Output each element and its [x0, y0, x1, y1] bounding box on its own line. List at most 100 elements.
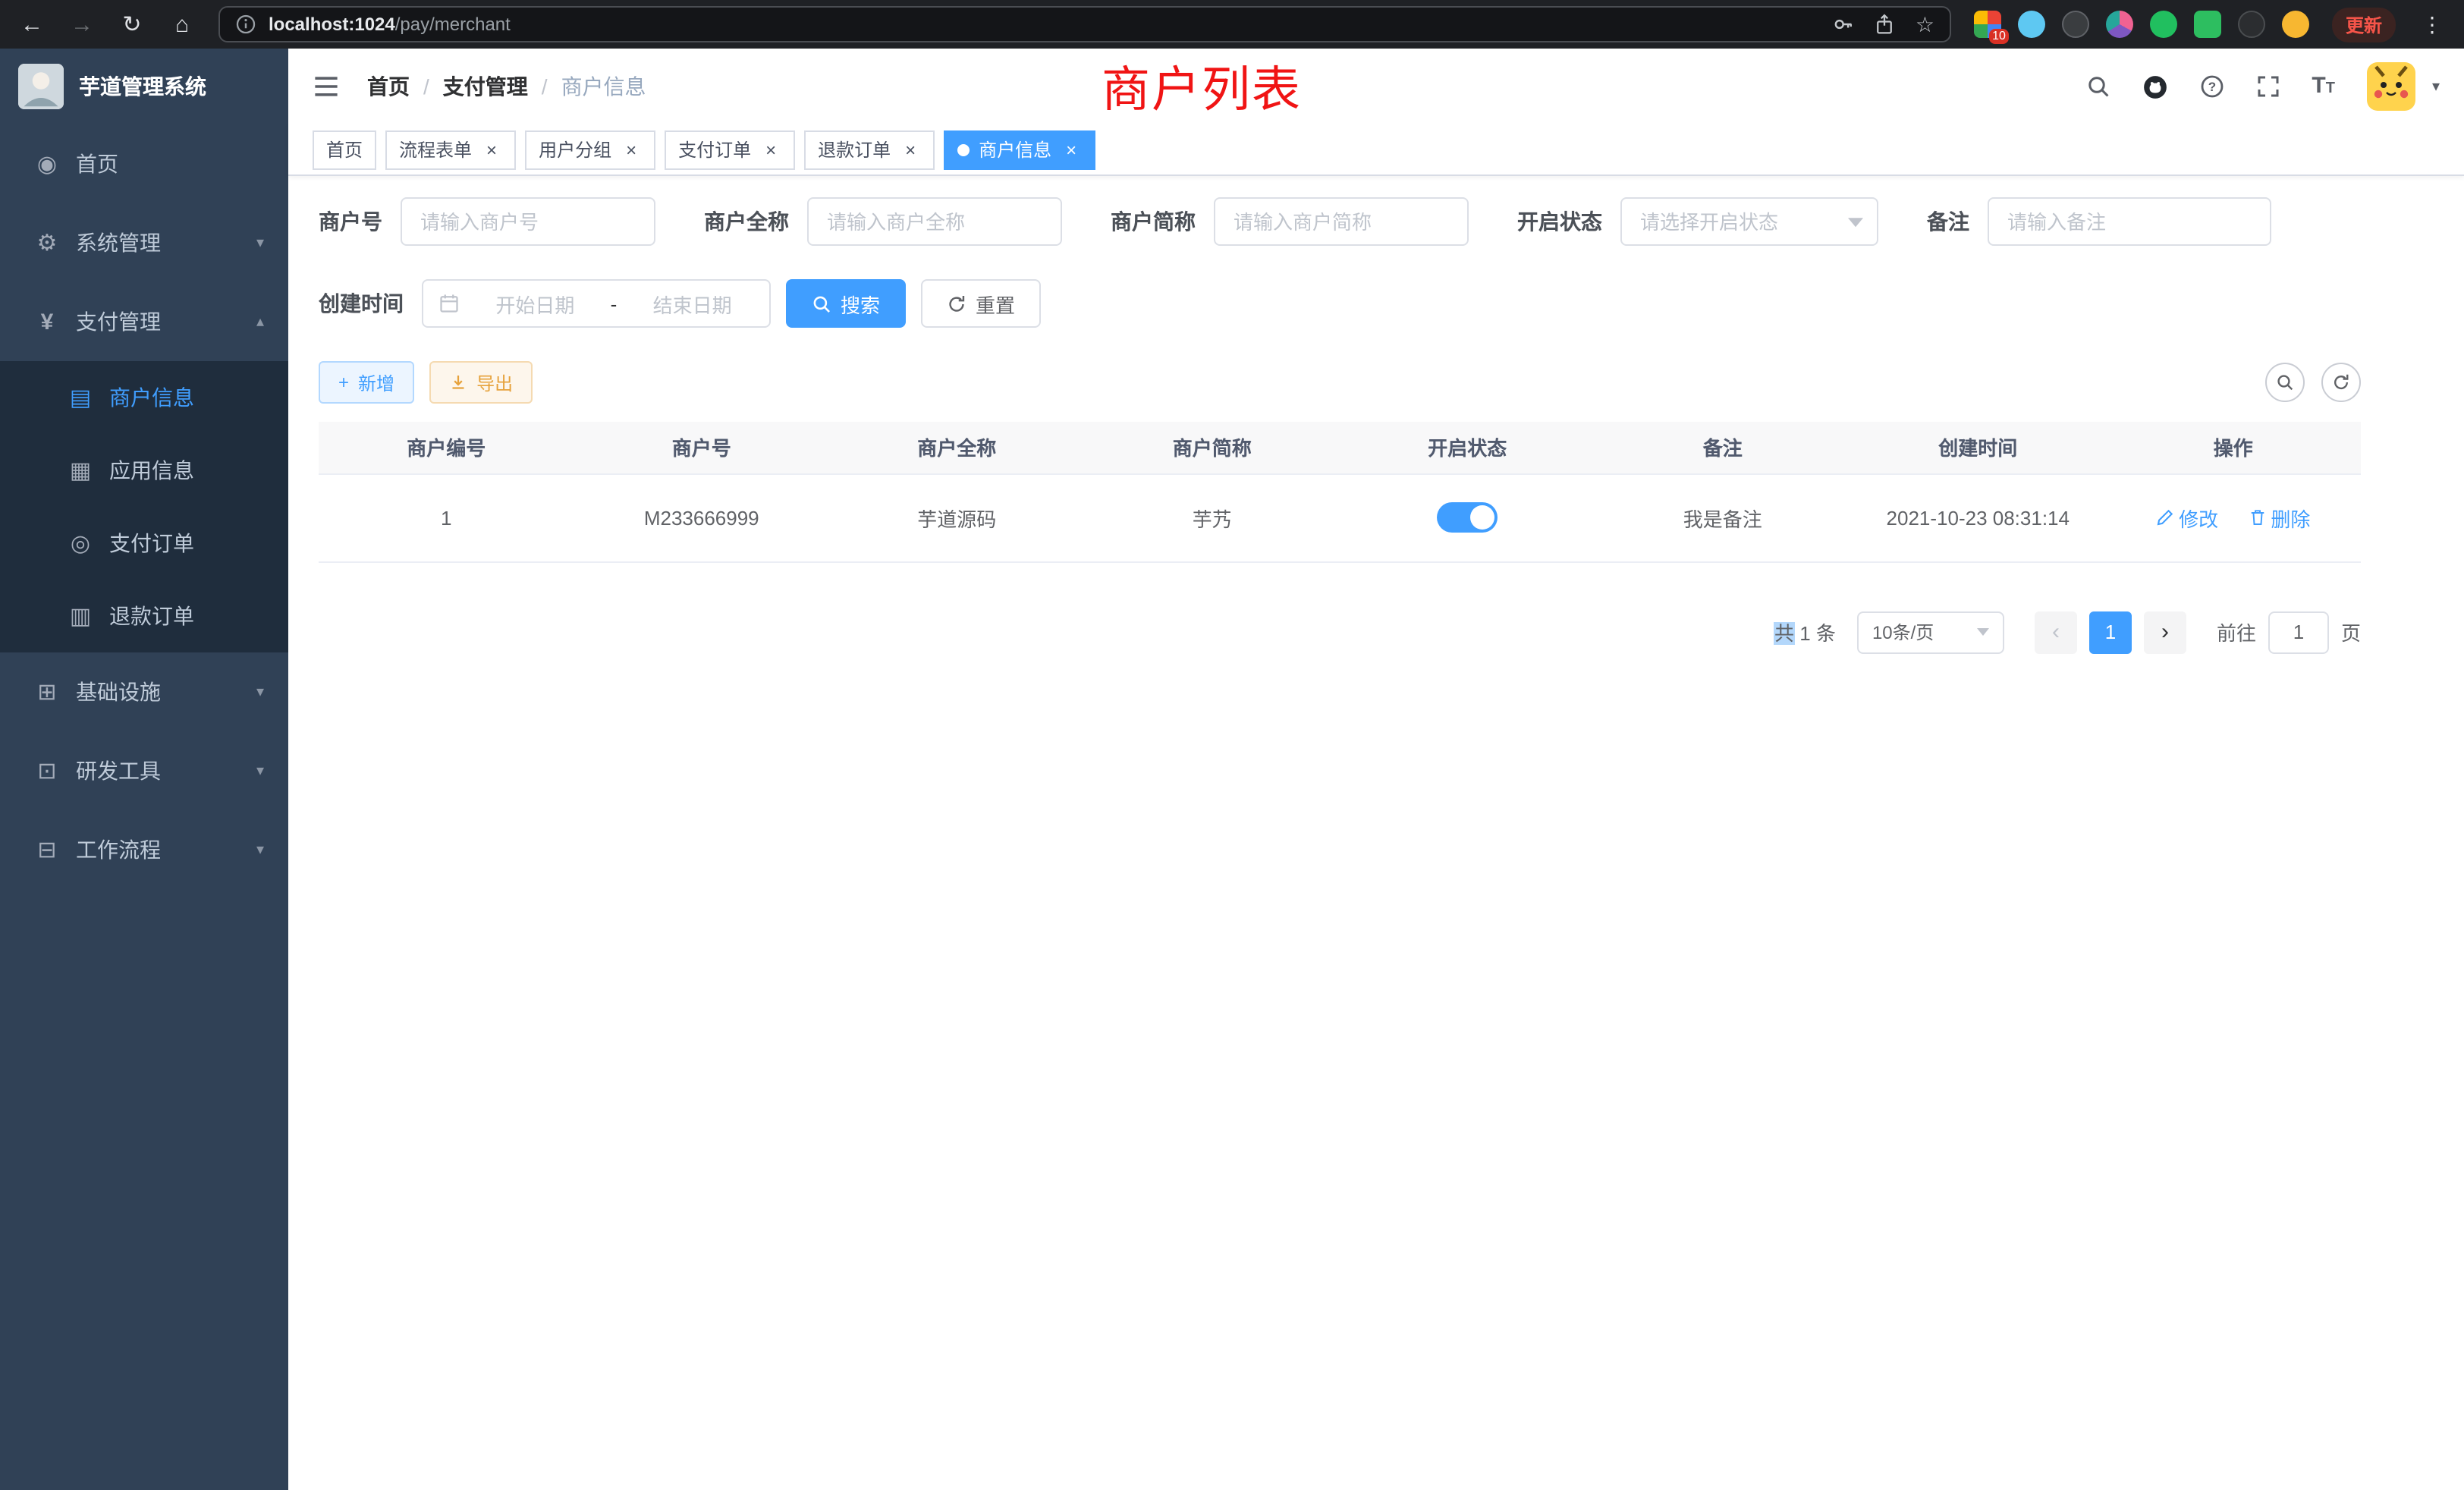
- toggle-search-button[interactable]: [2265, 363, 2305, 402]
- sidebar-item-workflow[interactable]: ⊟ 工作流程 ▾: [0, 810, 288, 889]
- merchant-card-icon: ▤: [64, 384, 97, 411]
- infrastructure-icon: ⊞: [30, 678, 64, 706]
- grid-icon: ▦: [64, 457, 97, 484]
- close-icon[interactable]: ×: [900, 139, 921, 160]
- sidebar-item-pay[interactable]: ¥ 支付管理 ▴: [0, 282, 288, 361]
- tab-refund-order[interactable]: 退款订单 ×: [804, 130, 935, 169]
- extension-icon[interactable]: [2018, 11, 2045, 38]
- svg-text:?: ?: [2208, 80, 2215, 94]
- topbar-actions: ? TT ▾: [2085, 62, 2440, 111]
- column-header-create-time: 创建时间: [1850, 422, 2106, 473]
- app-logo[interactable]: 芋道管理系统: [0, 49, 288, 124]
- goto-page-input[interactable]: [2268, 611, 2329, 653]
- status-toggle[interactable]: [1437, 502, 1498, 533]
- back-icon[interactable]: ←: [18, 11, 46, 37]
- extension-icon[interactable]: [2238, 11, 2265, 38]
- breadcrumb-current: 商户信息: [561, 71, 646, 102]
- sidebar-item-infra[interactable]: ⊞ 基础设施 ▾: [0, 652, 288, 731]
- goto-page: 前往 页: [2217, 611, 2361, 653]
- breadcrumb-separator: /: [542, 74, 548, 99]
- merchant-no-input[interactable]: [401, 197, 655, 246]
- sidebar-item-pay-order[interactable]: ◎ 支付订单: [0, 507, 288, 580]
- page-number-button[interactable]: 1: [2089, 611, 2132, 653]
- reload-icon[interactable]: ↻: [118, 11, 146, 38]
- url-text: localhost:1024/pay/merchant: [269, 14, 511, 35]
- sidebar-item-home[interactable]: ◉ 首页: [0, 124, 288, 203]
- share-icon[interactable]: [1875, 14, 1896, 35]
- tab-label: 商户信息: [979, 137, 1051, 162]
- add-button[interactable]: + 新增: [319, 361, 414, 404]
- create-time-range-picker[interactable]: 开始日期 - 结束日期: [422, 279, 771, 328]
- page-unit-label: 页: [2341, 618, 2361, 646]
- column-header-short-name: 商户简称: [1085, 422, 1340, 473]
- tab-process-form[interactable]: 流程表单 ×: [385, 130, 516, 169]
- extension-icon[interactable]: [2062, 11, 2089, 38]
- edit-button[interactable]: 修改: [2156, 503, 2218, 532]
- sidebar-item-label: 支付订单: [109, 528, 194, 558]
- bookmark-star-icon[interactable]: ☆: [1916, 11, 1934, 37]
- fullscreen-icon[interactable]: [2255, 74, 2280, 99]
- close-icon[interactable]: ×: [481, 139, 502, 160]
- sidebar-item-merchant-info[interactable]: ▤ 商户信息: [0, 361, 288, 434]
- browser-menu-icon[interactable]: ⋮: [2418, 11, 2446, 37]
- refresh-button[interactable]: [2321, 363, 2361, 402]
- page-size-select[interactable]: 10条/页: [1857, 611, 2004, 653]
- breadcrumb-home[interactable]: 首页: [367, 71, 410, 102]
- extension-icon[interactable]: [2150, 11, 2177, 38]
- extension-badge: 10: [1989, 29, 2009, 44]
- home-icon[interactable]: ⌂: [168, 11, 196, 37]
- goto-label: 前往: [2217, 618, 2256, 646]
- document-icon: ▥: [64, 602, 97, 630]
- column-header-id: 商户编号: [319, 422, 574, 473]
- tab-home[interactable]: 首页: [313, 130, 376, 169]
- prev-page-button[interactable]: ‹: [2035, 611, 2077, 653]
- delete-button[interactable]: 删除: [2248, 503, 2310, 532]
- short-name-input[interactable]: [1214, 197, 1469, 246]
- sidebar-item-refund-order[interactable]: ▥ 退款订单: [0, 580, 288, 652]
- remark-input[interactable]: [1988, 197, 2271, 246]
- tab-merchant-info[interactable]: 商户信息 ×: [944, 130, 1095, 169]
- add-button-label: 新增: [358, 369, 394, 395]
- address-bar[interactable]: localhost:1024/pay/merchant ☆: [218, 6, 1951, 42]
- font-size-icon[interactable]: TT: [2312, 73, 2335, 100]
- column-header-full-name: 商户全称: [829, 422, 1085, 473]
- close-icon[interactable]: ×: [1061, 139, 1082, 160]
- avatar[interactable]: [2367, 62, 2415, 111]
- help-icon[interactable]: ?: [2199, 74, 2224, 99]
- avatar-caret-icon[interactable]: ▾: [2432, 78, 2440, 95]
- search-icon[interactable]: [2085, 74, 2110, 99]
- extension-icon[interactable]: 10: [1974, 11, 2001, 38]
- status-select-input[interactable]: [1620, 197, 1878, 246]
- dashboard-icon: ◉: [30, 150, 64, 178]
- password-key-icon[interactable]: [1834, 14, 1855, 35]
- tab-pay-order[interactable]: 支付订单 ×: [665, 130, 795, 169]
- sidebar-item-label: 商户信息: [109, 382, 194, 413]
- sidebar-item-app-info[interactable]: ▦ 应用信息: [0, 434, 288, 507]
- close-icon[interactable]: ×: [621, 139, 642, 160]
- tab-bar: 首页 流程表单 × 用户分组 × 支付订单 × 退款订单 ×: [288, 124, 2464, 176]
- logo-avatar: [18, 64, 64, 109]
- github-icon[interactable]: [2142, 74, 2167, 99]
- site-info-icon[interactable]: [235, 14, 256, 35]
- reset-button[interactable]: 重置: [921, 279, 1041, 328]
- close-icon[interactable]: ×: [760, 139, 781, 160]
- sidebar-item-label: 支付管理: [76, 306, 161, 337]
- browser-update-button[interactable]: 更新: [2332, 7, 2396, 42]
- export-button[interactable]: 导出: [429, 361, 533, 404]
- status-select[interactable]: [1620, 197, 1878, 246]
- export-button-label: 导出: [476, 369, 513, 395]
- forward-icon[interactable]: →: [68, 11, 96, 37]
- extension-icon[interactable]: [2282, 11, 2309, 38]
- sidebar-item-system[interactable]: ⚙ 系统管理 ▾: [0, 203, 288, 282]
- extension-icon[interactable]: [2194, 11, 2221, 38]
- cell-create-time: 2021-10-23 08:31:14: [1850, 473, 2106, 561]
- sidebar-item-dev-tools[interactable]: ⊡ 研发工具 ▾: [0, 731, 288, 810]
- extension-icon[interactable]: [2106, 11, 2133, 38]
- sidebar-item-label: 应用信息: [109, 455, 194, 486]
- tab-user-group[interactable]: 用户分组 ×: [525, 130, 655, 169]
- next-page-button[interactable]: ›: [2144, 611, 2186, 653]
- breadcrumb-pay[interactable]: 支付管理: [443, 71, 528, 102]
- search-button[interactable]: 搜索: [786, 279, 906, 328]
- full-name-input[interactable]: [807, 197, 1062, 246]
- sidebar-toggle-icon[interactable]: [313, 73, 340, 100]
